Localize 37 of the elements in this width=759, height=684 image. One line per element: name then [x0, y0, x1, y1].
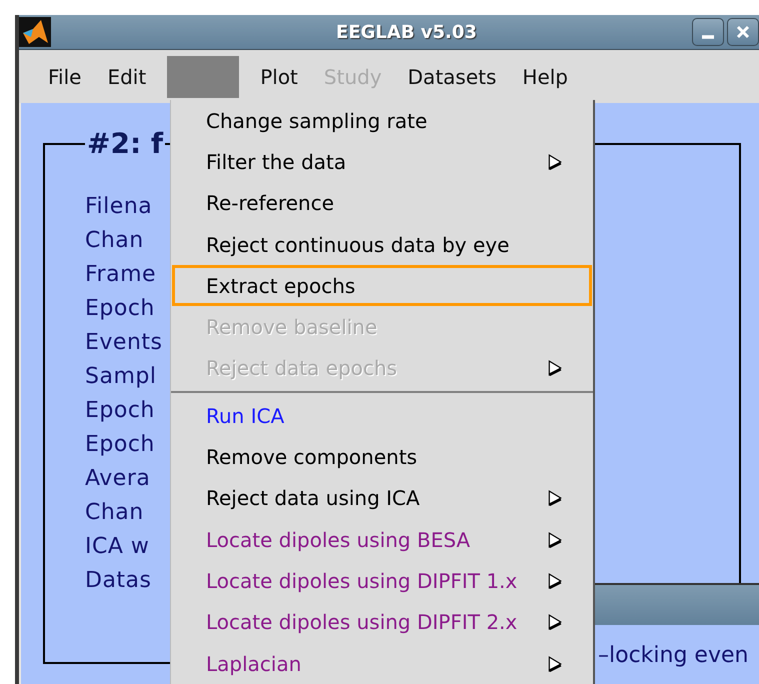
minimize-icon — [702, 35, 714, 39]
field-label: Epoch — [85, 397, 155, 425]
menu-item[interactable]: File — [35, 56, 94, 98]
menu-item[interactable]: Locate dipoles using BESA — [172, 518, 592, 560]
window-title: EEGLAB v5.03 — [335, 22, 478, 42]
menu-item[interactable]: Run ICA — [172, 395, 592, 436]
field-label: Events — [85, 329, 162, 357]
field-label: Frame — [85, 261, 156, 289]
close-button[interactable] — [727, 18, 759, 46]
app-icon — [19, 17, 51, 47]
minimize-button[interactable] — [692, 18, 724, 46]
menu-item[interactable]: Laplacian — [172, 642, 592, 684]
menu-item[interactable]: Help — [509, 56, 582, 98]
menu-item[interactable]: Locate dipoles using DIPFIT 2.x — [172, 602, 592, 643]
menu-item[interactable]: Edit — [94, 56, 160, 98]
menu-item[interactable]: Filter the data — [172, 141, 592, 183]
close-icon — [736, 25, 750, 39]
field-label: Chan — [85, 499, 144, 527]
dataset-title: #2: f — [86, 127, 164, 160]
menu-item[interactable]: Plot — [247, 56, 311, 98]
menu-item[interactable]: Reject continuous data by eye — [172, 224, 592, 266]
field-label: ICA w — [85, 533, 150, 561]
field-label: Epoch — [85, 431, 155, 459]
menu-item[interactable]: Locate dipoles using DIPFIT 1.x — [172, 560, 592, 602]
menu-item[interactable]: Re-reference — [172, 182, 592, 224]
field-label: Filena — [85, 193, 152, 221]
window-text: –locking even — [597, 642, 750, 668]
menu-item[interactable]: Change sampling rate — [172, 100, 592, 142]
menu-item[interactable]: Extract epochs — [172, 265, 592, 306]
field-label: Datas — [85, 567, 152, 595]
menu-item[interactable]: Reject data using ICA — [172, 478, 592, 519]
menu-item[interactable]: Remove components — [172, 436, 592, 478]
field-label: Sampl — [85, 363, 156, 391]
menu-item[interactable]: Datasets — [394, 56, 510, 98]
field-label: Epoch — [85, 295, 155, 323]
field-label: Avera — [85, 465, 150, 493]
field-label: Chan — [85, 227, 144, 255]
